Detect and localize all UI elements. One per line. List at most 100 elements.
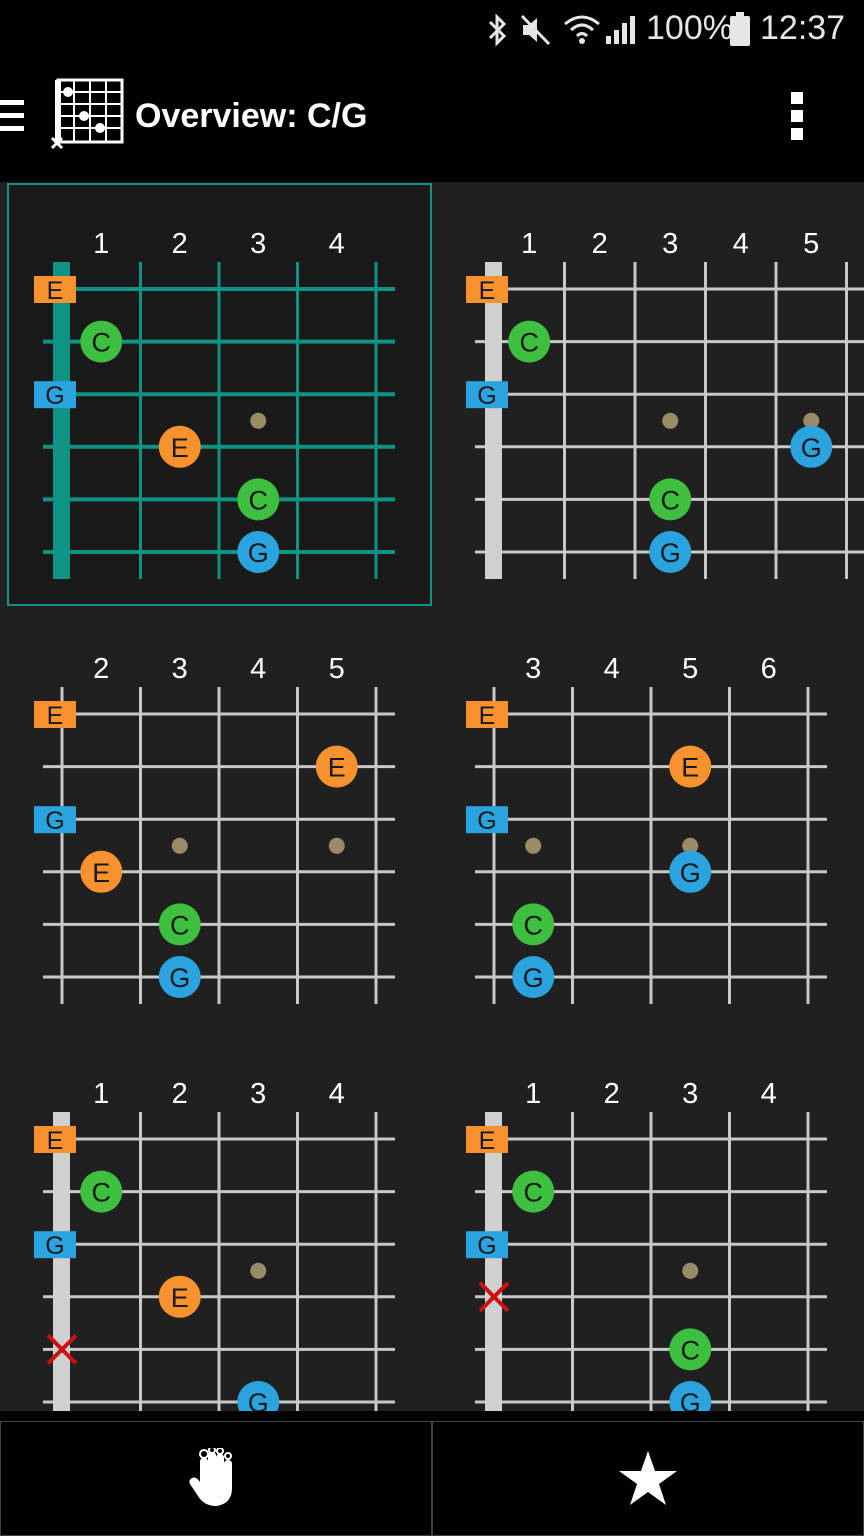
open-string-note: G [466, 1231, 508, 1260]
finger-note: E [158, 1275, 201, 1318]
finger-note: C [80, 1170, 123, 1213]
fret-inlay-dot [328, 837, 345, 854]
chord-diagram[interactable]: 1 2 3 4 5EGCGCG [432, 182, 864, 607]
fret-number: 2 [172, 1078, 188, 1110]
finger-note: G [669, 850, 712, 893]
chord-diagram[interactable]: 2 3 4 5EGEECG [0, 607, 432, 1032]
chord-diagram[interactable]: 3 4 5 6EGEGCG [432, 607, 864, 1032]
svg-text:E: E [47, 702, 64, 730]
finger-note: G [649, 531, 692, 573]
svg-text:C: C [520, 328, 540, 358]
nut [53, 262, 70, 579]
svg-text:G: G [248, 538, 269, 568]
svg-text:E: E [328, 753, 346, 783]
fret-number: 3 [172, 653, 188, 685]
svg-text:C: C [249, 485, 269, 515]
svg-text:E: E [92, 858, 110, 888]
finger-note: G [512, 956, 555, 998]
fret-number: 1 [525, 1078, 541, 1110]
finger-note: G [669, 1381, 712, 1411]
finger-note: G [790, 425, 833, 468]
app-bar: Overview: C/G [0, 60, 864, 182]
chord-diagram[interactable]: 1 2 3 4EGCEG [0, 1032, 432, 1411]
svg-text:E: E [47, 277, 64, 305]
fret-number: 1 [521, 228, 537, 260]
open-string-note: E [34, 1126, 76, 1155]
finger-note: G [237, 1381, 280, 1411]
nut [485, 1112, 502, 1411]
fret-inlay-dot [525, 837, 542, 854]
fingering-button[interactable] [0, 1421, 432, 1536]
chord-diagram-grid: 1234EGCECG12345EGCGCG2345EGEECG3456EGEGC… [0, 182, 864, 1411]
open-string-note: G [466, 806, 508, 835]
open-string-note: E [34, 276, 76, 305]
open-string-note: E [466, 701, 508, 730]
hamburger-menu-icon[interactable] [0, 96, 26, 136]
fret-number: 4 [761, 1078, 777, 1110]
fret-inlay-dot [250, 1262, 267, 1279]
bottom-bar [0, 1411, 864, 1536]
fret-number: 4 [250, 653, 266, 685]
fret-number: 4 [604, 653, 620, 685]
svg-text:E: E [47, 1127, 64, 1155]
open-string-note: E [34, 701, 76, 730]
nut [485, 262, 502, 579]
chord-diagram[interactable]: 1 2 3 4EGCCG [432, 1032, 864, 1411]
finger-note: E [158, 425, 201, 468]
battery-icon [730, 12, 750, 46]
svg-text:G: G [45, 1232, 64, 1260]
svg-text:G: G [523, 963, 544, 993]
fret-number: 4 [329, 228, 345, 260]
svg-text:C: C [92, 1178, 112, 1208]
fret-number: 5 [329, 653, 345, 685]
svg-text:G: G [660, 538, 681, 568]
fret-number: 2 [172, 228, 188, 260]
fret-number: 1 [93, 228, 109, 260]
svg-text:G: G [801, 433, 822, 463]
open-string-note: E [466, 276, 508, 305]
svg-text:E: E [479, 702, 496, 730]
svg-text:C: C [170, 910, 190, 940]
star-icon [619, 1450, 677, 1505]
finger-note: C [512, 903, 555, 946]
fret-number: 2 [592, 228, 608, 260]
fret-number: 2 [604, 1078, 620, 1110]
open-string-note: G [466, 381, 508, 410]
fret-number: 3 [525, 653, 541, 685]
finger-note: E [669, 745, 712, 788]
chord-diagram-icon [50, 78, 124, 150]
fret-number: 3 [250, 1078, 266, 1110]
fret-number: 6 [761, 653, 777, 685]
svg-text:C: C [524, 1178, 544, 1208]
finger-note: G [158, 956, 201, 998]
svg-text:E: E [171, 1283, 189, 1313]
status-bar: 100% 12:37 [0, 0, 864, 60]
favorite-button[interactable] [432, 1421, 864, 1536]
battery-percent: 100% [646, 9, 733, 47]
svg-text:C: C [661, 485, 681, 515]
open-string-note: E [466, 1126, 508, 1155]
svg-text:E: E [479, 1127, 496, 1155]
svg-text:G: G [680, 858, 701, 888]
svg-text:E: E [171, 433, 189, 463]
svg-text:G: G [248, 1388, 269, 1411]
finger-note: E [80, 850, 123, 893]
fret-inlay-dot [682, 1262, 699, 1279]
fret-number: 3 [250, 228, 266, 260]
fret-number: 3 [662, 228, 678, 260]
fret-inlay-dot [171, 837, 188, 854]
svg-text:G: G [477, 1232, 496, 1260]
svg-text:G: G [477, 382, 496, 410]
fret-number: 4 [733, 228, 749, 260]
fret-number: 4 [329, 1078, 345, 1110]
finger-note: C [669, 1328, 712, 1371]
finger-note: C [158, 903, 201, 946]
finger-note: C [649, 478, 692, 521]
fret-inlay-dot [250, 412, 267, 429]
more-vertical-icon[interactable] [788, 90, 808, 142]
chord-diagram[interactable]: 1 2 3 4EGCECG [0, 182, 432, 607]
svg-text:C: C [524, 910, 544, 940]
finger-note: E [315, 745, 358, 788]
finger-note: C [512, 1170, 555, 1213]
hand-fingers-icon [189, 1447, 232, 1506]
